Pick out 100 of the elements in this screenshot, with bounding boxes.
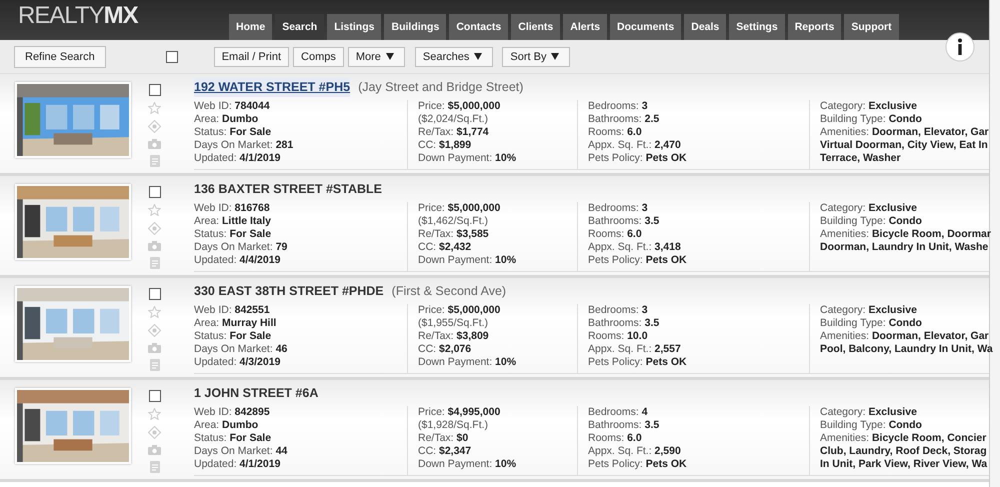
notes-icon[interactable] (150, 359, 160, 371)
detail-text: Category: Exclusive (820, 100, 918, 113)
cross-streets-text: (Jay Street and Bridge Street) (358, 79, 524, 96)
nav-tab[interactable]: Deals (684, 14, 726, 40)
detail-text: Down Payment: 10% (418, 152, 518, 165)
detail-text: Updated: 4/1/2019 (194, 458, 282, 471)
dropdown-button[interactable]: Sort By (502, 46, 570, 66)
detail-text: Appx. Sq. Ft.: 2,470 (588, 138, 682, 152)
detail-text: Rooms: 6.0 (588, 228, 643, 241)
camera-icon[interactable] (148, 343, 161, 353)
select-checkbox[interactable] (148, 390, 160, 402)
notes-icon[interactable] (150, 461, 160, 473)
detail-text: Updated: 4/4/2019 (194, 254, 282, 267)
notes-icon[interactable] (150, 257, 160, 269)
detail-text: ($1,462/Sq.Ft.) (418, 214, 490, 228)
detail-text: Price: $5,000,000 (418, 202, 502, 215)
detail-text: ($2,024/Sq.Ft.) (418, 112, 490, 126)
select-checkbox[interactable] (148, 186, 160, 198)
select-checkbox[interactable] (148, 84, 160, 96)
detail-text: Amenities: Bicycle Room, Doormar (820, 228, 989, 241)
nav-tab[interactable]: Documents (610, 14, 682, 40)
detail-text: Days On Market: 44 (194, 444, 288, 458)
detail-text: Web ID: 816768 (194, 202, 271, 215)
camera-icon[interactable] (148, 139, 161, 149)
detail-text: In Unit, Park View, River View, Wa (820, 458, 988, 471)
detail-text: ($1,928/Sq.Ft.) (418, 418, 490, 432)
locator-icon[interactable] (148, 222, 161, 235)
camera-icon[interactable] (148, 241, 161, 251)
toolbar-button[interactable]: Email / Print (214, 46, 290, 66)
detail-text: Rooms: 6.0 (588, 126, 643, 139)
detail-text: Re/Tax: $3,809 (418, 330, 490, 343)
listing-title-link[interactable]: 192 WATER STREET #PH5 (194, 78, 350, 97)
detail-text: Price: $5,000,000 (418, 304, 502, 317)
listing-title-link[interactable]: 330 EAST 38TH STREET #PHDE (194, 282, 384, 301)
nav-tab[interactable]: Home (229, 14, 272, 40)
detail-text: Rooms: 10.0 (588, 330, 649, 343)
listing-title-link[interactable]: 1 JOHN STREET #6A (194, 384, 318, 403)
detail-text: Updated: 4/1/2019 (194, 152, 282, 165)
star-icon[interactable] (148, 204, 161, 216)
detail-text: Days On Market: 281 (194, 138, 294, 152)
detail-text: CC: $2,076 (418, 342, 472, 356)
detail-text: Re/Tax: $0 (418, 432, 470, 445)
nav-tab[interactable]: Support (844, 14, 899, 40)
detail-text: CC: $2,432 (418, 240, 472, 254)
nav-tab[interactable]: Clients (511, 14, 560, 40)
listing-title-link[interactable]: 136 BAXTER STREET #STABLE (194, 180, 382, 199)
detail-text: Re/Tax: $3,585 (418, 228, 490, 241)
detail-text: Category: Exclusive (820, 202, 918, 215)
detail-text: Bathrooms: 3.5 (588, 418, 660, 432)
refine-search-button[interactable]: Refine Search (14, 46, 106, 68)
detail-text: Down Payment: 10% (418, 458, 518, 471)
detail-text: CC: $2,347 (418, 444, 472, 458)
detail-text: Price: $4,995,000 (418, 406, 502, 419)
nav-tab[interactable]: Contacts (449, 14, 508, 40)
nav-tab[interactable]: Listings (327, 14, 382, 40)
detail-text: Down Payment: 10% (418, 254, 518, 267)
nav-tab[interactable]: Reports (788, 14, 842, 40)
detail-text: Price: $5,000,000 (418, 100, 502, 113)
detail-text: Pets Policy: Pets OK (588, 254, 688, 267)
detail-text: Area: Murray Hill (194, 316, 278, 330)
select-checkbox[interactable] (148, 288, 160, 300)
detail-text: Building Type: Condo (820, 316, 923, 330)
detail-text: Status: For Sale (194, 330, 272, 343)
detail-text: Club, Laundry, Roof Deck, Storag (820, 444, 988, 458)
star-icon[interactable] (148, 102, 161, 114)
detail-text: Pets Policy: Pets OK (588, 458, 688, 471)
logo: REALTYMX (18, 4, 138, 28)
detail-text: Virtual Doorman, City View, Eat In (820, 138, 989, 152)
detail-text: ($1,955/Sq.Ft.) (418, 316, 490, 330)
detail-text: Days On Market: 46 (194, 342, 288, 356)
nav-tab[interactable]: Settings (729, 14, 785, 40)
dropdown-button[interactable]: Searches (414, 46, 494, 66)
detail-text: Status: For Sale (194, 432, 272, 445)
camera-icon[interactable] (148, 445, 161, 455)
detail-text: Terrace, Washer (820, 152, 902, 165)
star-icon[interactable] (148, 306, 161, 318)
detail-text: Appx. Sq. Ft.: 3,418 (588, 240, 682, 254)
detail-text: Area: Dumbo (194, 112, 260, 126)
notes-icon[interactable] (150, 155, 160, 167)
detail-text: Status: For Sale (194, 126, 272, 139)
detail-text: Web ID: 784044 (194, 100, 271, 113)
detail-text: Category: Exclusive (820, 304, 918, 317)
info-icon[interactable] (945, 32, 975, 62)
detail-text: Web ID: 842895 (194, 406, 271, 419)
cross-streets-text: (First & Second Ave) (392, 283, 506, 300)
locator-icon[interactable] (148, 324, 161, 337)
detail-text: Bathrooms: 3.5 (588, 316, 660, 330)
select-all-checkbox[interactable] (166, 50, 178, 62)
detail-text: Bedrooms: 3 (588, 202, 649, 215)
detail-text: CC: $1,899 (418, 138, 472, 152)
detail-text: Area: Dumbo (194, 418, 260, 432)
dropdown-button[interactable]: More (348, 46, 405, 66)
locator-icon[interactable] (148, 120, 161, 133)
nav-tab[interactable]: Buildings (384, 14, 446, 40)
star-icon[interactable] (148, 408, 161, 420)
nav-tab[interactable]: Alerts (563, 14, 608, 40)
detail-text: Days On Market: 79 (194, 240, 288, 254)
toolbar-button[interactable]: Comps (293, 46, 344, 66)
detail-text: Appx. Sq. Ft.: 2,557 (588, 342, 682, 356)
locator-icon[interactable] (148, 426, 161, 439)
